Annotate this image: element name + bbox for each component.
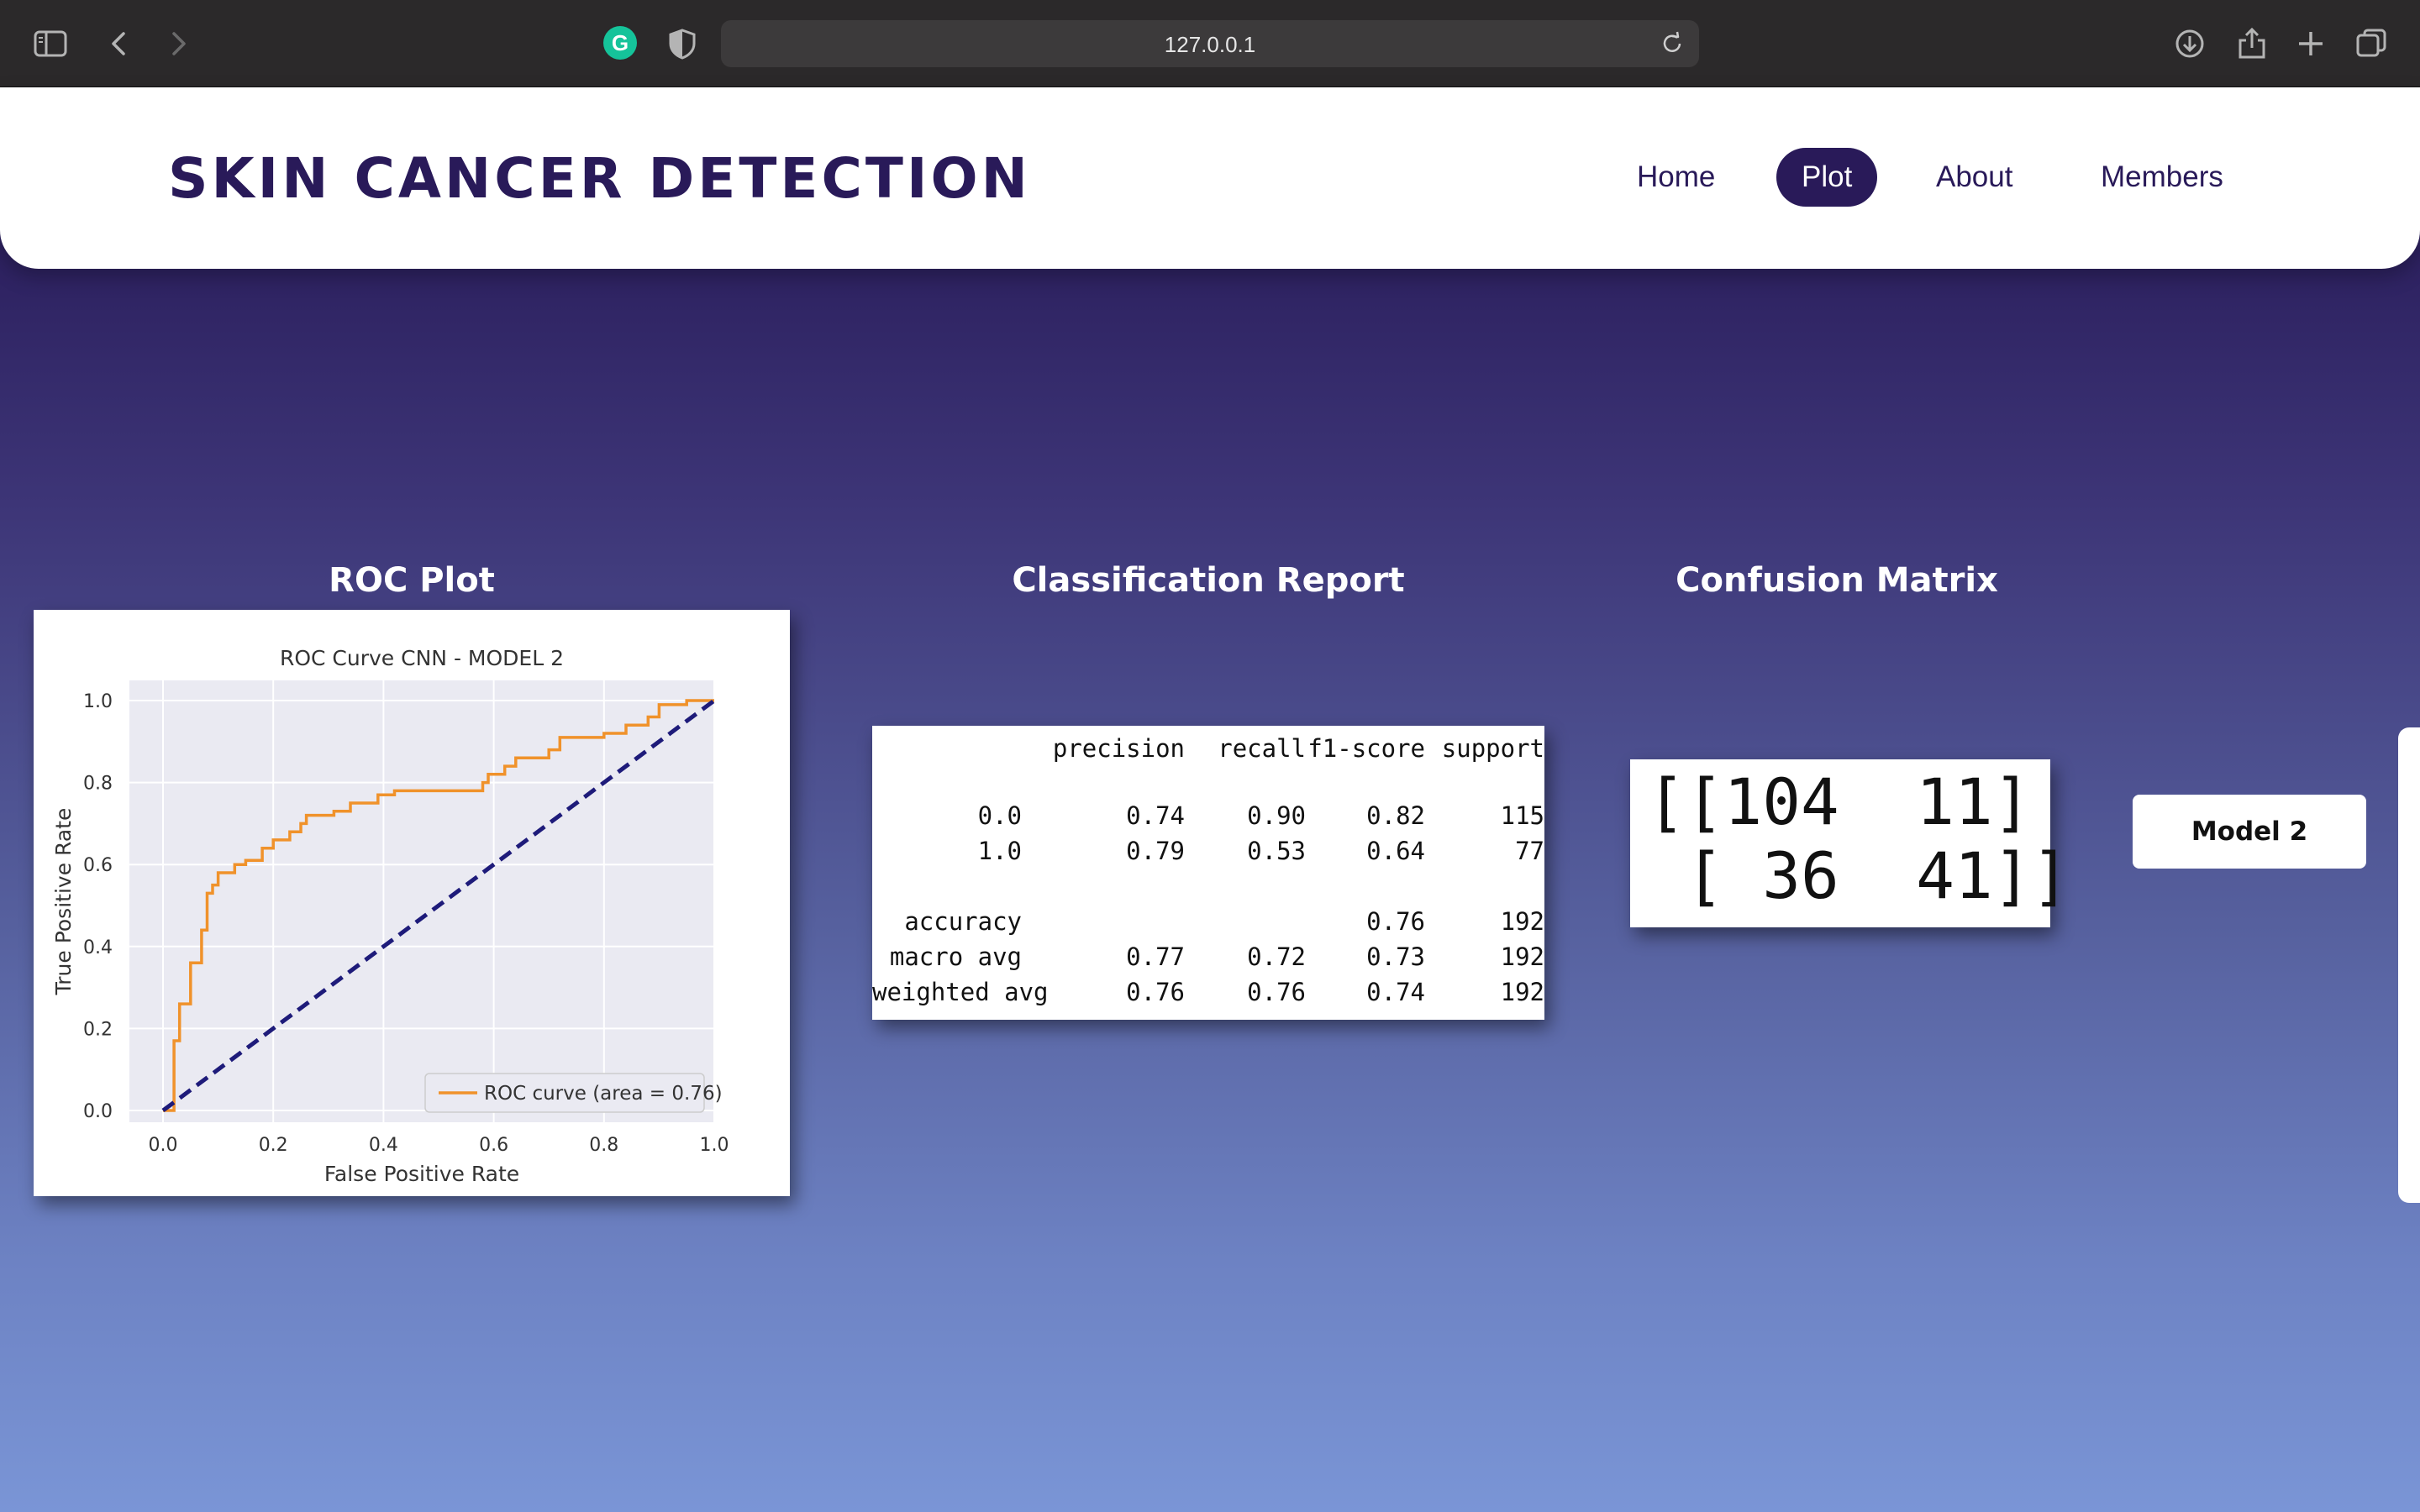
report-header-recall: recall: [1218, 734, 1306, 763]
plot-area: [129, 680, 714, 1122]
chart-title: ROC Curve CNN - MODEL 2: [280, 646, 564, 670]
report-header-precision: precision: [1052, 734, 1185, 763]
report-recall: 0.72: [1247, 942, 1306, 971]
report-recall: 0.90: [1247, 801, 1306, 830]
report-f1: 0.76: [1366, 907, 1425, 936]
site-title: SKIN CANCER DETECTION: [168, 146, 1031, 211]
report-f1: 0.82: [1366, 801, 1425, 830]
report-precision: 0.79: [1126, 837, 1185, 865]
y-tick-label: 0.2: [83, 1019, 113, 1040]
x-tick-label: 0.4: [369, 1135, 398, 1156]
x-tick-label: 1.0: [700, 1135, 729, 1156]
chart-legend: ROC curve (area = 0.76): [424, 1073, 723, 1113]
report-precision: 0.74: [1126, 801, 1185, 830]
nav-home[interactable]: Home: [1612, 148, 1740, 207]
report-f1: 0.74: [1366, 978, 1425, 1006]
report-precision: 0.77: [1126, 942, 1185, 971]
report-row-label: 1.0: [977, 837, 1022, 865]
report-precision: 0.76: [1126, 978, 1185, 1006]
report-recall: 0.53: [1247, 837, 1306, 865]
report-support: 77: [1515, 837, 1544, 865]
nav-members[interactable]: Members: [2075, 148, 2249, 207]
page-scrollbar[interactable]: [2398, 727, 2420, 1203]
reload-icon[interactable]: [1659, 30, 1686, 57]
nav-plot[interactable]: Plot: [1776, 148, 1878, 207]
legend-label: ROC curve (area = 0.76): [484, 1083, 723, 1105]
url-text: 127.0.0.1: [1164, 32, 1256, 57]
site-header: SKIN CANCER DETECTION Home Plot About Me…: [0, 87, 2420, 269]
report-header-f1: f1-score: [1307, 734, 1425, 763]
report-support: 192: [1500, 907, 1544, 936]
classification-report-card: precision recall f1-score support 0.0 0.7…: [872, 726, 1544, 1020]
x-axis-label: False Positive Rate: [324, 1162, 519, 1186]
report-f1: 0.64: [1366, 837, 1425, 865]
y-tick-label: 0.4: [83, 937, 113, 958]
confusion-matrix-title: Confusion Matrix: [1676, 561, 1998, 600]
forward-icon[interactable]: [160, 25, 197, 62]
tabs-overview-icon[interactable]: [2353, 25, 2390, 62]
report-recall: 0.76: [1247, 978, 1306, 1006]
roc-plot-card: 0.0 0.2 0.4 0.6 0.8 1.0 0.0 0.2 0.4 0.6 0.8 1.0 ROC…: [34, 610, 790, 1196]
report-support: 192: [1500, 978, 1544, 1006]
x-tick-label: 0.0: [149, 1135, 178, 1156]
report-support: 192: [1500, 942, 1544, 971]
report-row-label: macro avg: [889, 942, 1022, 971]
x-tick-label: 0.2: [259, 1135, 288, 1156]
y-tick-label: 0.8: [83, 774, 113, 795]
address-bar[interactable]: 127.0.0.1: [721, 20, 1699, 67]
shield-icon[interactable]: [664, 25, 701, 62]
roc-plot-title: ROC Plot: [329, 561, 495, 600]
grammarly-icon[interactable]: G: [603, 26, 637, 60]
y-axis-label: True Positive Rate: [51, 808, 76, 996]
download-icon[interactable]: [2171, 25, 2208, 62]
x-tick-label: 0.8: [589, 1135, 618, 1156]
nav-about[interactable]: About: [1911, 148, 2038, 207]
matrix-row-2: [ 36 41]]: [1647, 838, 2070, 913]
new-tab-icon[interactable]: [2292, 25, 2329, 62]
report-row-label: 0.0: [977, 801, 1022, 830]
y-tick-label: 1.0: [83, 691, 113, 712]
sidebar-icon[interactable]: [32, 25, 69, 62]
report-f1: 0.73: [1366, 942, 1425, 971]
x-tick-label: 0.6: [479, 1135, 508, 1156]
report-support: 115: [1500, 801, 1544, 830]
y-tick-label: 0.0: [83, 1101, 113, 1122]
confusion-matrix-card: [[104 11] [ 36 41]]: [1630, 759, 2070, 927]
report-header-support: support: [1441, 734, 1544, 763]
model-2-button[interactable]: Model 2: [2133, 795, 2366, 869]
back-icon[interactable]: [101, 25, 138, 62]
report-row-label: weighted avg: [872, 978, 1049, 1006]
roc-chart: 0.0 0.2 0.4 0.6 0.8 1.0 0.0 0.2 0.4 0.6 0.8 1.0 ROC…: [51, 646, 729, 1186]
matrix-row-1: [[104 11]: [1647, 764, 2032, 839]
report-row-label: accuracy: [904, 907, 1022, 936]
share-icon[interactable]: [2233, 25, 2270, 62]
classification-report-title: Classification Report: [1012, 561, 1405, 600]
browser-toolbar: G 127.0.0.1: [0, 0, 2420, 87]
y-tick-label: 0.6: [83, 855, 113, 876]
